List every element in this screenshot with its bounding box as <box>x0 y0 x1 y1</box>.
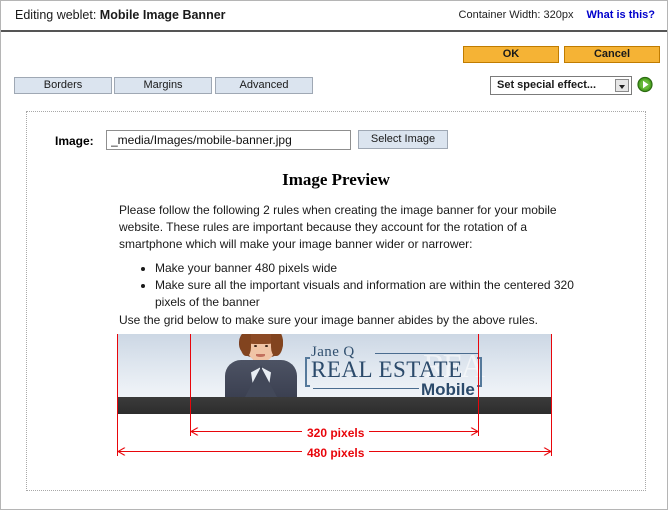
logo-bottom-rule <box>313 388 419 389</box>
inner-width-label: 320 pixels <box>302 426 370 440</box>
borders-button[interactable]: Borders <box>14 77 112 94</box>
titlebar-right: Container Width: 320px What is this? <box>459 9 655 21</box>
image-preview-heading: Image Preview <box>282 170 390 189</box>
cancel-button[interactable]: Cancel <box>564 46 660 63</box>
toolbar: OK Cancel Borders Margins Advanced Set s… <box>1 32 667 106</box>
green-play-icon[interactable] <box>637 76 653 93</box>
banner-image: REA Jane Q REAL ESTATE Mobile <box>117 334 552 414</box>
logo-sub-line: Mobile <box>421 380 475 399</box>
page-title-weblet-name: Mobile Image Banner <box>99 8 226 22</box>
logo-right-bracket <box>477 357 482 387</box>
outer-width-label: 480 pixels <box>302 446 370 460</box>
image-field-row: Image: Select Image <box>27 130 645 152</box>
banner-preview: REA Jane Q REAL ESTATE Mobile <box>117 334 552 414</box>
page-title: Editing weblet: Mobile Image Banner <box>15 8 226 22</box>
chevron-down-icon[interactable] <box>615 79 629 92</box>
special-effect-select[interactable]: Set special effect... <box>490 76 632 95</box>
image-path-input[interactable] <box>106 130 351 150</box>
container-width-text: Container Width: 320px <box>458 9 574 21</box>
agent-photo <box>221 334 301 397</box>
margins-button[interactable]: Margins <box>114 77 212 94</box>
banner-floor-bar <box>117 397 552 414</box>
special-effect-selected-value: Set special effect... <box>497 79 597 91</box>
weblet-editor-window: Editing weblet: Mobile Image Banner Cont… <box>0 0 668 510</box>
select-image-button[interactable]: Select Image <box>358 130 448 149</box>
intro-paragraph: Please follow the following 2 rules when… <box>119 203 557 251</box>
page-title-prefix: Editing weblet: <box>15 8 97 22</box>
logo-top-rule <box>375 353 479 354</box>
what-is-this-link[interactable]: What is this? <box>587 9 655 21</box>
banner-logo: REA Jane Q REAL ESTATE Mobile <box>305 344 495 399</box>
titlebar: Editing weblet: Mobile Image Banner Cont… <box>1 1 667 32</box>
logo-left-bracket <box>305 357 310 387</box>
rules-list: Make your banner 480 pixels wide Make su… <box>137 260 587 311</box>
advanced-button[interactable]: Advanced <box>215 77 313 94</box>
grid-note-paragraph: Use the grid below to make sure your ima… <box>119 313 538 327</box>
weblet-content-panel: Image: Select Image Image Preview Please… <box>26 111 646 491</box>
ok-button[interactable]: OK <box>463 46 559 63</box>
image-field-label: Image: <box>55 134 94 148</box>
list-item: Make sure all the important visuals and … <box>155 277 587 311</box>
list-item: Make your banner 480 pixels wide <box>155 260 587 277</box>
